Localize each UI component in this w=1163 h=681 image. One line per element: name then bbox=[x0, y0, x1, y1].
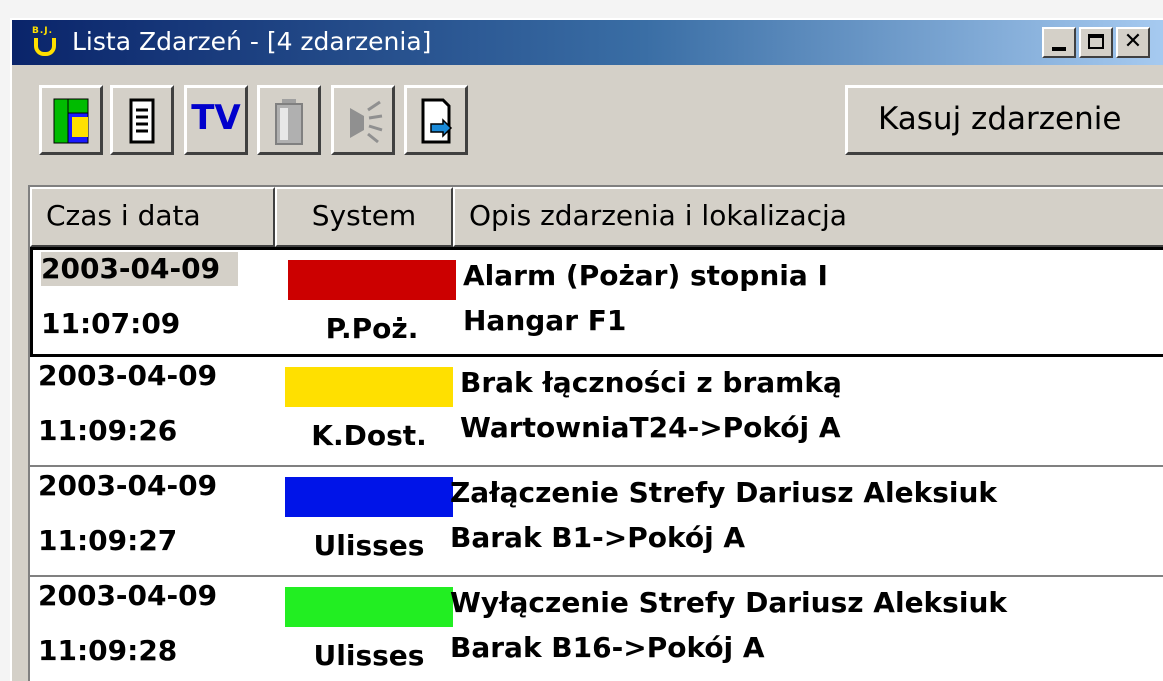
minimize-icon bbox=[1052, 47, 1066, 51]
column-header-description[interactable]: Opis zdarzenia i lokalizacja bbox=[453, 187, 1163, 247]
alarm-icon bbox=[350, 100, 383, 144]
list-header: Czas i data System Opis zdarzenia i loka… bbox=[30, 187, 1163, 247]
window-title: Lista Zdarzeń - [4 zdarzenia] bbox=[72, 27, 432, 56]
system-color-swatch bbox=[285, 367, 453, 407]
system-color-swatch bbox=[285, 477, 453, 517]
maximize-icon bbox=[1088, 34, 1104, 49]
document-list-icon bbox=[129, 98, 155, 144]
event-description: Załączenie Strefy Dariusz Aleksiuk bbox=[450, 476, 998, 509]
layout-icon bbox=[53, 98, 89, 144]
event-date: 2003-04-09 bbox=[41, 252, 239, 286]
toolbar: TV Kasuj zdarzenie bbox=[12, 65, 1163, 173]
column-header-time[interactable]: Czas i data bbox=[30, 187, 275, 247]
title-bar[interactable]: B.J. Lista Zdarzeń - [4 zdarzenia] ✕ bbox=[12, 20, 1163, 65]
event-description: Alarm (Pożar) stopnia I bbox=[463, 259, 828, 292]
event-date: 2003-04-09 bbox=[38, 579, 218, 612]
event-time: 11:07:09 bbox=[41, 307, 181, 340]
event-time: 11:09:27 bbox=[38, 524, 178, 557]
table-row[interactable]: 2003-04-09 11:09:26 K.Dost. Brak łącznoś… bbox=[30, 357, 1163, 467]
event-time: 11:09:26 bbox=[38, 414, 178, 447]
layout-button[interactable] bbox=[39, 85, 103, 155]
event-location: Hangar F1 bbox=[463, 304, 627, 337]
app-icon-caption: B.J. bbox=[32, 26, 54, 36]
event-list-window: B.J. Lista Zdarzeń - [4 zdarzenia] ✕ TV … bbox=[10, 18, 1163, 681]
system-color-swatch bbox=[288, 260, 456, 300]
close-button[interactable]: ✕ bbox=[1116, 27, 1150, 58]
event-system: P.Poż. bbox=[325, 312, 419, 345]
battery-button[interactable] bbox=[257, 85, 321, 155]
event-location: Barak B16->Pokój A bbox=[450, 631, 765, 664]
event-system: K.Dost. bbox=[311, 419, 427, 452]
event-system: Ulisses bbox=[313, 529, 425, 562]
event-description: Brak łączności z bramką bbox=[460, 366, 842, 399]
tv-icon: TV bbox=[191, 98, 241, 138]
tv-button[interactable]: TV bbox=[184, 85, 248, 155]
magnet-icon: B.J. bbox=[28, 26, 58, 58]
report-button[interactable] bbox=[404, 85, 468, 155]
event-location: Barak B1->Pokój A bbox=[450, 521, 746, 554]
table-row[interactable]: 2003-04-09 11:09:27 Ulisses Załączenie S… bbox=[30, 467, 1163, 577]
event-list[interactable]: Czas i data System Opis zdarzenia i loka… bbox=[28, 185, 1163, 681]
event-time: 11:09:28 bbox=[38, 634, 178, 667]
table-row[interactable]: 2003-04-09 11:07:09 P.Poż. Alarm (Pożar)… bbox=[30, 247, 1163, 357]
document-list-button[interactable] bbox=[110, 85, 174, 155]
maximize-button[interactable] bbox=[1079, 27, 1113, 58]
event-date: 2003-04-09 bbox=[38, 359, 218, 392]
table-row[interactable]: 2003-04-09 11:09:28 Ulisses Wyłączenie S… bbox=[30, 577, 1163, 681]
system-color-swatch bbox=[285, 587, 453, 627]
close-icon: ✕ bbox=[1123, 29, 1143, 54]
column-header-system[interactable]: System bbox=[275, 187, 453, 247]
event-location: WartowniaT24->Pokój A bbox=[460, 411, 841, 444]
event-system: Ulisses bbox=[313, 639, 425, 672]
event-description: Wyłączenie Strefy Dariusz Aleksiuk bbox=[450, 586, 1007, 619]
alarm-button[interactable] bbox=[331, 85, 395, 155]
delete-event-button[interactable]: Kasuj zdarzenie bbox=[845, 85, 1163, 155]
minimize-button[interactable] bbox=[1042, 27, 1076, 58]
report-icon bbox=[421, 98, 453, 144]
event-date: 2003-04-09 bbox=[38, 469, 218, 502]
battery-icon bbox=[275, 99, 303, 145]
